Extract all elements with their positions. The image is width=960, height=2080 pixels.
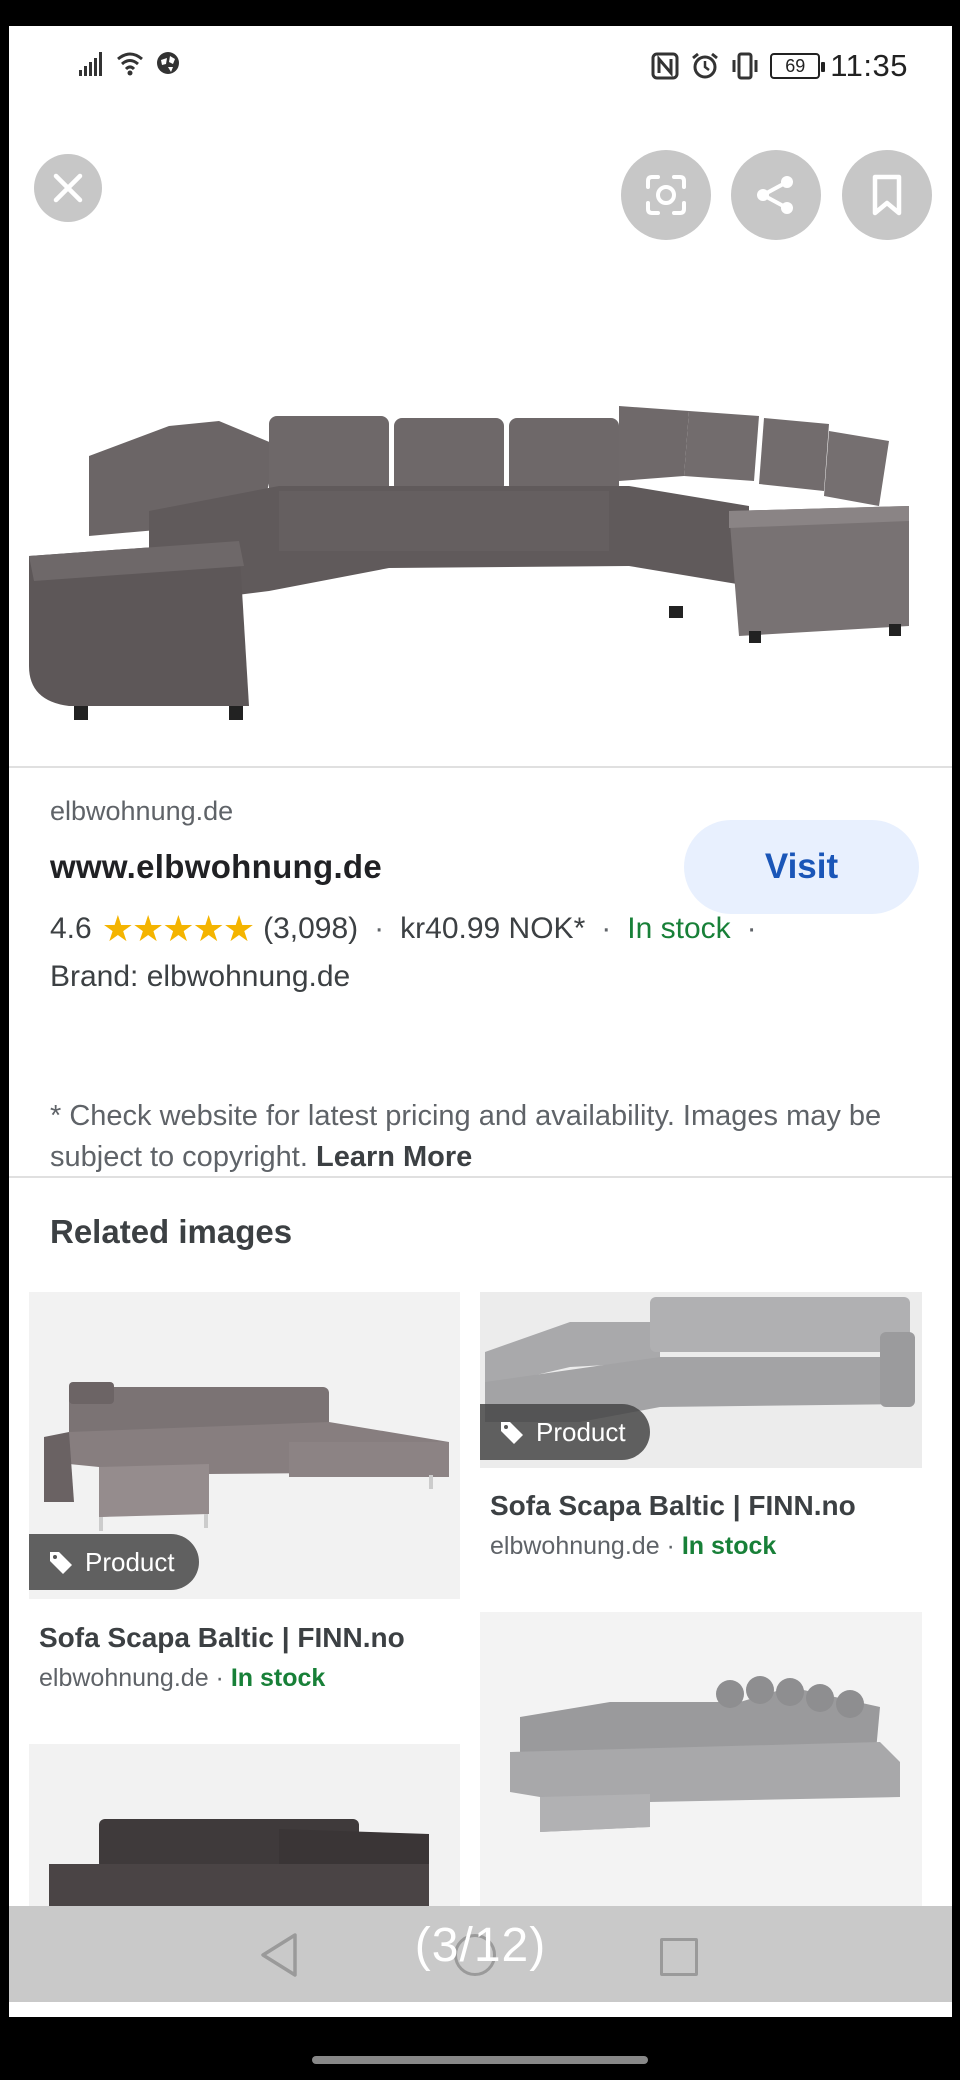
wifi-icon: [117, 52, 143, 76]
status-right: 69 11:35: [650, 48, 908, 84]
image-counter: (3/12): [414, 1919, 547, 1972]
card-title[interactable]: Sofa Scapa Baltic | FINN.no: [490, 1490, 856, 1522]
separator-dot: ·: [215, 1664, 231, 1692]
close-button[interactable]: [34, 154, 102, 222]
status-bar: 69 11:35: [9, 26, 952, 106]
card-availability: In stock: [230, 1664, 326, 1692]
gesture-bar[interactable]: [312, 2056, 648, 2064]
price: kr40.99 NOK*: [400, 912, 586, 945]
visit-button[interactable]: Visit: [684, 820, 919, 914]
card-availability: In stock: [681, 1532, 777, 1560]
battery-icon: 69: [770, 53, 826, 79]
sofa-image: [29, 406, 909, 720]
separator-dot: ·: [666, 1532, 682, 1560]
divider: [9, 766, 952, 768]
bookmark-icon: [872, 174, 902, 216]
tag-icon: [50, 1552, 72, 1574]
brand-text: Brand: elbwohnung.de: [50, 960, 351, 993]
close-icon: [53, 173, 83, 203]
product-chip: Product: [480, 1404, 650, 1460]
card-meta: elbwohnung.de · In stock: [490, 1532, 776, 1561]
screen: 69 11:35 elbwohnung.de www.elbwohnung.de…: [9, 26, 952, 2017]
chip-label: Product: [85, 1546, 175, 1577]
related-image[interactable]: [480, 1612, 922, 1912]
product-chip: Product: [29, 1534, 199, 1590]
nfc-icon: [651, 52, 679, 80]
globe-icon: [157, 52, 179, 74]
sofa-thumbnail: [510, 1676, 900, 1832]
tag-icon: [501, 1422, 523, 1444]
status-time: 11:35: [830, 48, 908, 83]
availability: In stock: [627, 912, 731, 945]
signal-icon: [79, 52, 102, 76]
lens-icon: [646, 175, 686, 215]
separator-dot: ·: [374, 912, 385, 945]
learn-more-link[interactable]: Learn More: [316, 1141, 472, 1173]
sofa-thumbnail: [49, 1819, 429, 1914]
star-rating-icon: ★★★★★: [101, 908, 255, 949]
hero-image-area: [9, 106, 952, 766]
separator-dot: ·: [746, 912, 757, 945]
chip-label: Product: [536, 1416, 626, 1447]
alarm-icon: [692, 52, 719, 79]
rating-value: 4.6: [50, 912, 92, 945]
vibrate-icon: [732, 52, 758, 80]
lens-button[interactable]: [621, 150, 711, 240]
card-source: elbwohnung.de: [39, 1664, 209, 1692]
share-icon: [757, 176, 793, 214]
card-title[interactable]: Sofa Scapa Baltic | FINN.no: [39, 1622, 405, 1654]
separator-dot: ·: [601, 912, 612, 945]
bookmark-button[interactable]: [842, 150, 932, 240]
card-source: elbwohnung.de: [490, 1532, 660, 1560]
result-site-title[interactable]: www.elbwohnung.de: [50, 848, 382, 886]
share-button[interactable]: [731, 150, 821, 240]
card-meta: elbwohnung.de · In stock: [39, 1664, 325, 1693]
related-image[interactable]: [29, 1744, 460, 1914]
divider: [9, 1176, 952, 1178]
disclaimer: * Check website for latest pricing and a…: [50, 1096, 930, 1178]
result-info: elbwohnung.de www.elbwohnung.de Visit 4.…: [50, 796, 930, 1173]
navigation-bar: (3/12): [9, 1906, 952, 2002]
rating-row: 4.6 ★★★★★ (3,098) · kr40.99 NOK* · In st…: [50, 908, 763, 950]
related-images-title: Related images: [50, 1213, 293, 1250]
status-left: [77, 48, 183, 78]
review-count: (3,098): [263, 912, 359, 945]
